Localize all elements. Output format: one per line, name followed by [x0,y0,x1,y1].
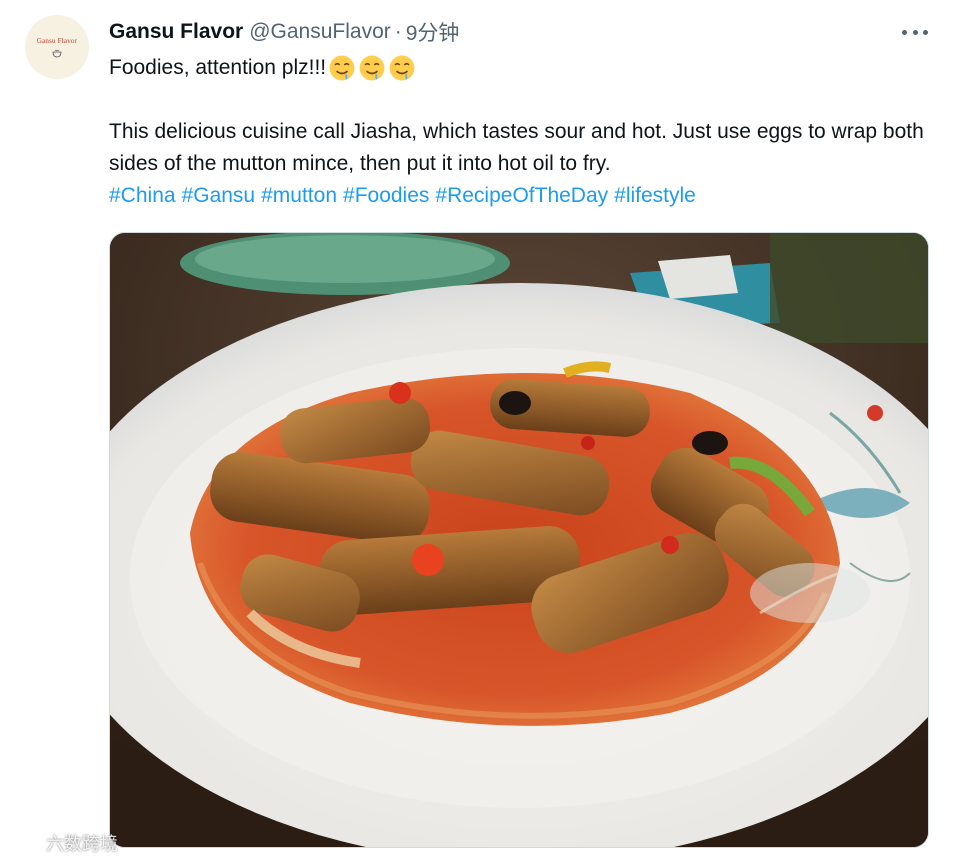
hashtag-link-foodies[interactable]: #Foodies [343,184,429,207]
more-horizontal-icon-dot [912,29,918,35]
more-horizontal-icon [902,29,907,35]
watermark-logo-icon [9,834,41,851]
tweet-text: Foodies, attention plz!!! This delicious… [109,52,939,212]
tweet-body: This delicious cuisine call Jiasha, whic… [109,120,924,175]
more-horizontal-icon-dot [923,29,928,35]
author-avatar[interactable]: Gansu Flavor [25,15,89,79]
drooling-face-icon [329,55,355,81]
hashtag-link-recipeoftheday[interactable]: #RecipeOfTheDay [435,184,608,207]
food-photo-illustration [110,233,928,847]
tweet-text-line1: Foodies, attention plz!!! [109,52,939,84]
tweet-photo[interactable] [109,232,929,848]
hashtag-link-gansu[interactable]: #Gansu [182,184,256,207]
tweet-headline: Foodies, attention plz!!! [109,56,327,79]
author-display-name[interactable]: Gansu Flavor [109,20,243,44]
bowl-icon [52,49,62,58]
more-options-button[interactable] [902,24,928,40]
watermark: 六数跨境 [8,830,118,856]
tweet-timestamp[interactable]: 9分钟 [406,17,460,47]
drooling-face-icon [389,55,415,81]
hashtag-link-china[interactable]: #China [109,184,176,207]
tweet-hashtags: #China #Gansu #mutton #Foodies #RecipeOfTheD… [109,180,939,212]
author-handle[interactable]: @GansuFlavor [249,20,391,44]
hashtag-link-lifestyle[interactable]: #lifestyle [614,184,696,207]
header-separator: · [394,20,402,43]
watermark-text: 六数跨境 [46,834,118,854]
tweet-header: Gansu Flavor @GansuFlavor · 9分钟 [109,18,459,46]
tweet-card[interactable]: Gansu Flavor Gansu Flavor @GansuFlavor ·… [0,0,967,861]
avatar-logo-text: Gansu Flavor [36,37,78,45]
hashtag-link-mutton[interactable]: #mutton [261,184,337,207]
drooling-face-icon [359,55,385,81]
